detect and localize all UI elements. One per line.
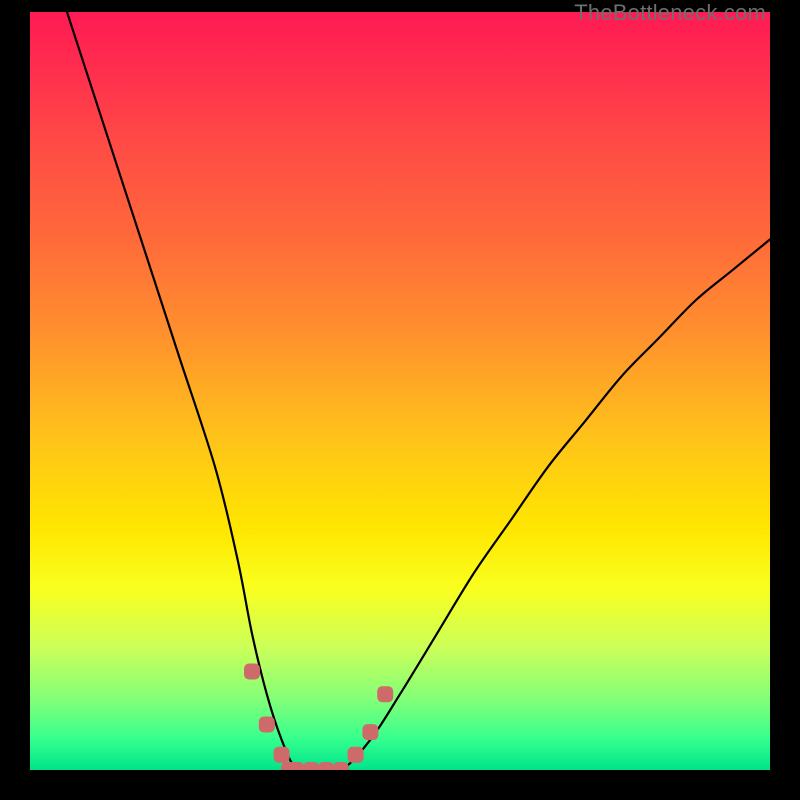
highlight-marker <box>274 747 290 763</box>
highlight-marker <box>303 762 319 770</box>
curve-svg <box>30 12 770 770</box>
highlight-marker <box>244 664 260 680</box>
highlight-marker <box>318 762 334 770</box>
highlight-marker <box>288 762 304 770</box>
highlight-marker <box>348 747 364 763</box>
chart-frame: TheBottleneck.com <box>0 0 800 800</box>
highlight-marker <box>362 724 378 740</box>
plot-area <box>30 12 770 770</box>
highlight-markers-group <box>244 664 393 771</box>
border-top <box>0 0 800 12</box>
highlight-marker <box>377 686 393 702</box>
border-bottom <box>0 770 800 800</box>
bottleneck-curve-path <box>67 12 770 770</box>
border-right <box>770 0 800 800</box>
highlight-marker <box>333 762 349 770</box>
border-left <box>0 0 30 800</box>
highlight-marker <box>259 717 275 733</box>
